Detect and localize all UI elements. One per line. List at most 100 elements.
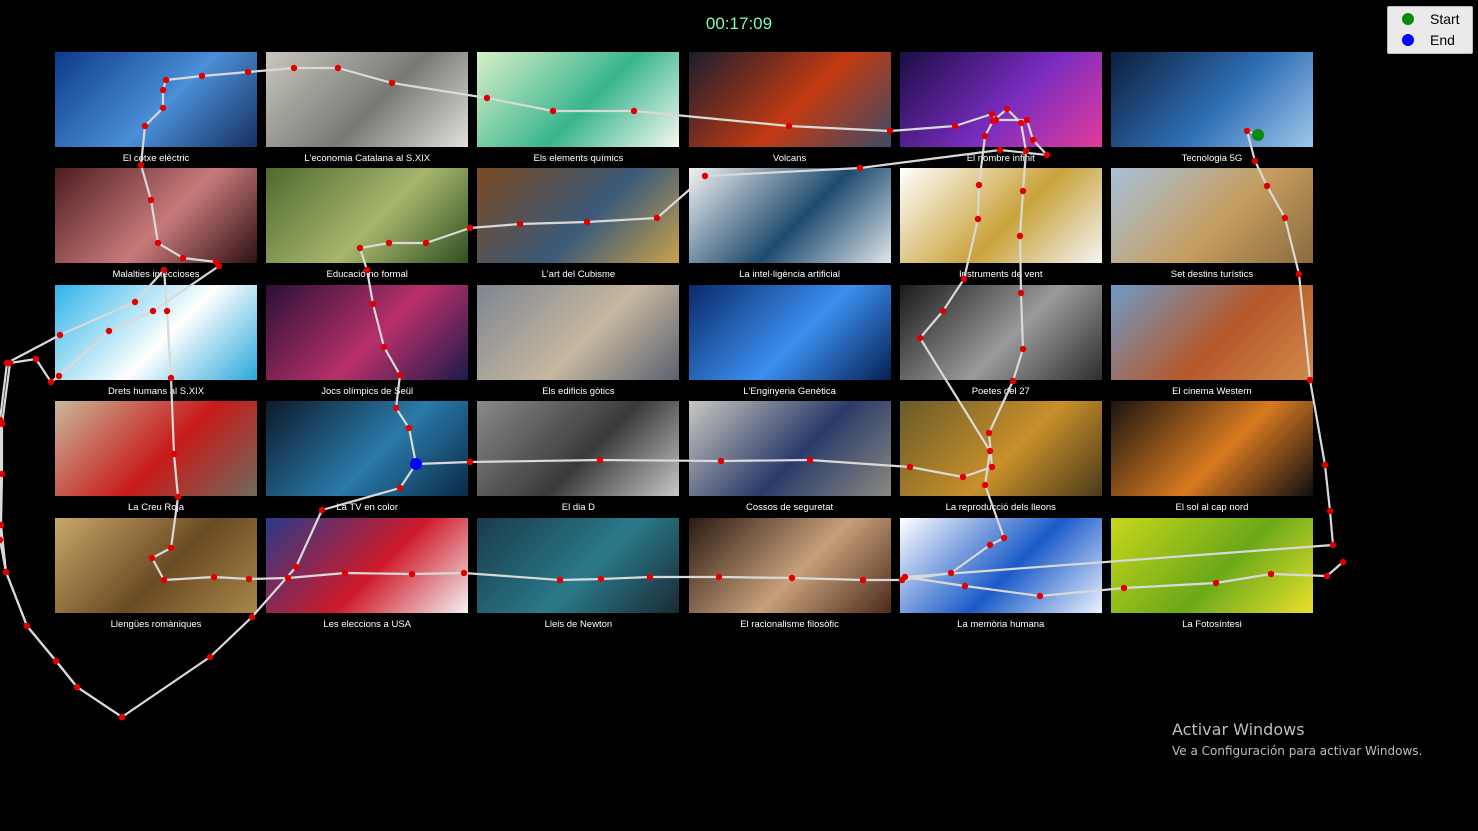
topic-tile[interactable]: Els elements químics — [477, 52, 680, 168]
gaze-path-segment — [121, 656, 211, 718]
gaze-fixation-point — [2, 568, 10, 576]
topic-caption: La memòria humana — [957, 618, 1045, 630]
topic-tile[interactable]: El cinema Western — [1110, 284, 1313, 401]
topic-image[interactable] — [899, 517, 1102, 613]
gaze-path-segment — [1326, 561, 1344, 577]
topic-caption: Drets humans al S.XIX — [107, 385, 205, 397]
topic-caption: El nombre infinit — [966, 153, 1035, 164]
topic-caption: El dia D — [561, 502, 595, 514]
gaze-path-segment — [1328, 510, 1335, 546]
topic-image[interactable] — [688, 284, 891, 380]
gaze-fixation-point — [0, 521, 5, 529]
topic-image[interactable] — [1110, 284, 1313, 380]
topic-image[interactable] — [1110, 168, 1313, 264]
topic-image[interactable] — [688, 517, 891, 613]
topic-image[interactable] — [688, 52, 891, 147]
topic-image[interactable] — [1110, 52, 1313, 147]
topic-image[interactable] — [55, 401, 257, 497]
topic-image[interactable] — [688, 401, 891, 497]
topic-tile[interactable]: El nombre infinit — [899, 52, 1102, 168]
topic-tile[interactable]: La memòria humana — [899, 517, 1102, 634]
topic-image[interactable] — [477, 517, 680, 613]
topic-caption: Els edificis gòtics — [542, 385, 615, 397]
topic-tile[interactable]: El racionalisme filosòfic — [688, 517, 891, 634]
gaze-fixation-point — [0, 536, 4, 544]
topic-image[interactable] — [55, 517, 257, 613]
topic-tile[interactable]: Educació no formal — [266, 168, 469, 284]
gaze-fixation-point — [1329, 541, 1337, 549]
topic-image[interactable] — [899, 52, 1102, 147]
topic-image[interactable] — [55, 52, 257, 147]
topic-tile[interactable]: Els edificis gòtics — [477, 284, 680, 401]
gaze-fixation-point — [0, 420, 6, 428]
topic-image[interactable] — [477, 168, 680, 264]
topic-tile[interactable]: Volcans — [688, 52, 891, 168]
topic-image[interactable] — [266, 52, 469, 147]
topic-image[interactable] — [899, 284, 1102, 380]
topic-image[interactable] — [266, 168, 469, 264]
topic-tile[interactable]: L'Enginyeria Genètica — [688, 284, 891, 401]
gaze-fixation-point — [118, 713, 126, 721]
gaze-fixation-point — [23, 622, 31, 630]
gaze-fixation-point — [52, 657, 60, 665]
topic-tile[interactable]: El cotxe elèctric — [55, 52, 257, 168]
gaze-path-segment — [35, 358, 52, 383]
topic-tile[interactable]: El dia D — [477, 401, 680, 517]
topic-caption: Llengües romàniques — [110, 618, 202, 630]
topic-image[interactable] — [55, 284, 257, 380]
topic-tile[interactable]: Poetes del 27 — [899, 284, 1102, 401]
topic-tile[interactable]: Set destins turístics — [1110, 168, 1313, 284]
topic-caption: La intel·ligència artificial — [739, 269, 840, 281]
topic-image[interactable] — [266, 401, 469, 497]
gaze-path-segment — [55, 660, 78, 688]
gaze-path-segment — [4, 571, 29, 627]
gaze-path-segment — [6, 334, 61, 364]
gaze-fixation-point — [1323, 572, 1331, 580]
gaze-fixation-point — [32, 355, 40, 363]
topic-image[interactable] — [55, 168, 257, 264]
topic-tile[interactable]: Cossos de seguretat — [688, 401, 891, 517]
gaze-fixation-point — [52, 657, 60, 665]
topic-image[interactable] — [688, 168, 891, 264]
topic-image[interactable] — [1110, 401, 1313, 497]
gaze-fixation-point — [47, 378, 55, 386]
topic-image[interactable] — [477, 52, 680, 147]
topic-image[interactable] — [477, 284, 680, 380]
topic-image[interactable] — [899, 168, 1102, 264]
topic-image[interactable] — [266, 284, 469, 380]
topic-tile[interactable]: Drets humans al S.XIX — [55, 284, 257, 401]
topic-tile[interactable]: Jocs olímpics de Seül — [266, 284, 469, 401]
topic-image[interactable] — [266, 517, 469, 613]
topic-caption: L'Enginyeria Genètica — [743, 385, 836, 397]
gaze-path-segment — [55, 660, 78, 688]
topic-tile[interactable]: Lleis de Newton — [477, 517, 680, 634]
gaze-fixation-point — [0, 470, 6, 478]
topic-caption: Malalties infeccioses — [112, 269, 200, 281]
topic-tile[interactable]: L'economia Catalana al S.XIX — [266, 52, 469, 168]
topic-tile[interactable]: Instruments de vent — [899, 168, 1102, 284]
gaze-path-segment — [0, 362, 12, 425]
topic-tile[interactable]: Llengües romàniques — [55, 517, 257, 634]
topic-tile[interactable]: La TV en color — [266, 401, 469, 517]
topic-tile[interactable]: La Creu Roja — [55, 401, 257, 517]
topic-grid: El cotxe elèctric L'economia Catalana al … — [55, 52, 1313, 634]
gaze-path-segment — [76, 686, 123, 718]
topic-tile[interactable]: Les eleccions a USA — [266, 517, 469, 634]
topic-tile[interactable]: La Fotosíntesi — [1110, 517, 1313, 634]
topic-tile[interactable]: La intel·ligència artificial — [688, 168, 891, 284]
gaze-path-segment — [26, 625, 57, 662]
topic-tile[interactable]: La reproducció dels lleons — [899, 401, 1102, 517]
gaze-fixation-point — [118, 713, 126, 721]
legend-end: End — [1402, 31, 1455, 49]
path-legend: Start End — [1387, 6, 1473, 54]
topic-tile[interactable]: L'art del Cubisme — [477, 168, 680, 284]
topic-caption: Set destins turístics — [1170, 269, 1254, 281]
topic-image[interactable] — [899, 401, 1102, 497]
topic-tile[interactable]: El sol al cap nord — [1110, 401, 1313, 517]
gaze-path-segment — [4, 571, 29, 627]
topic-tile[interactable]: Tecnologia 5G — [1110, 52, 1313, 168]
topic-tile[interactable]: Malalties infeccioses — [55, 168, 257, 284]
topic-image[interactable] — [1110, 517, 1313, 613]
topic-caption: Els elements químics — [533, 153, 624, 164]
topic-image[interactable] — [477, 401, 680, 497]
